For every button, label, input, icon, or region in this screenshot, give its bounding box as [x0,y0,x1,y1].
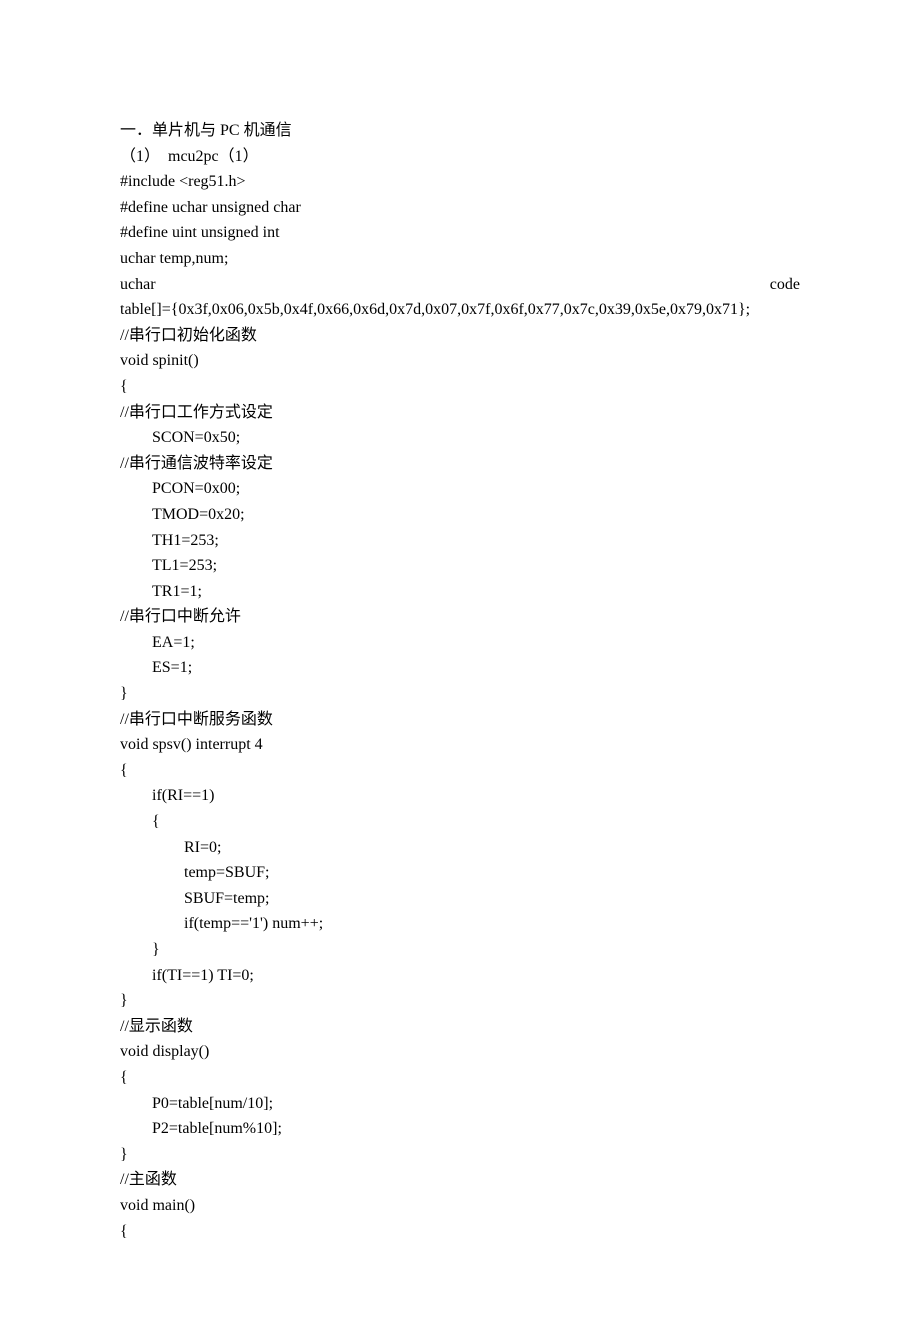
code-line: TMOD=0x20; [120,502,800,528]
code-line: //串行口工作方式设定 [120,400,800,426]
code-line: } [120,937,800,963]
code-line: RI=0; [120,835,800,861]
code-line: { [120,1219,800,1245]
code-line: //串行通信波特率设定 [120,451,800,477]
code-line: if(TI==1) TI=0; [120,963,800,989]
code-line: uchar temp,num; [120,246,800,272]
code-text-left: uchar [120,272,156,298]
code-line: //串行口初始化函数 [120,323,800,349]
code-line: #include <reg51.h> [120,169,800,195]
code-line: void main() [120,1193,800,1219]
code-line: temp=SBUF; [120,860,800,886]
code-line: P0=table[num/10]; [120,1091,800,1117]
code-line: PCON=0x00; [120,476,800,502]
code-line: （1） mcu2pc（1） [120,144,800,170]
code-line: EA=1; [120,630,800,656]
code-line: } [120,681,800,707]
code-line: #define uchar unsigned char [120,195,800,221]
code-line: SBUF=temp; [120,886,800,912]
code-line: uchar code [120,272,800,298]
code-line: TH1=253; [120,528,800,554]
code-line: TR1=1; [120,579,800,605]
code-line: if(temp=='1') num++; [120,911,800,937]
code-line: TL1=253; [120,553,800,579]
code-line: { [120,809,800,835]
code-line: void display() [120,1039,800,1065]
code-line: SCON=0x50; [120,425,800,451]
code-line: { [120,758,800,784]
code-line: ES=1; [120,655,800,681]
code-line: #define uint unsigned int [120,220,800,246]
code-line: } [120,1142,800,1168]
code-line: //主函数 [120,1167,800,1193]
code-line: } [120,988,800,1014]
code-line: //串行口中断允许 [120,604,800,630]
code-line: { [120,1065,800,1091]
code-line: 一．单片机与 PC 机通信 [120,118,800,144]
code-line: void spsv() interrupt 4 [120,732,800,758]
code-text-right: code [770,272,800,298]
code-line: if(RI==1) [120,783,800,809]
document-page: 一．单片机与 PC 机通信（1） mcu2pc（1）#include <reg5… [0,0,920,1344]
code-line: { [120,374,800,400]
code-line: void spinit() [120,348,800,374]
code-line: table[]={0x3f,0x06,0x5b,0x4f,0x66,0x6d,0… [120,297,800,323]
code-line: //串行口中断服务函数 [120,707,800,733]
code-line: P2=table[num%10]; [120,1116,800,1142]
code-line: //显示函数 [120,1014,800,1040]
